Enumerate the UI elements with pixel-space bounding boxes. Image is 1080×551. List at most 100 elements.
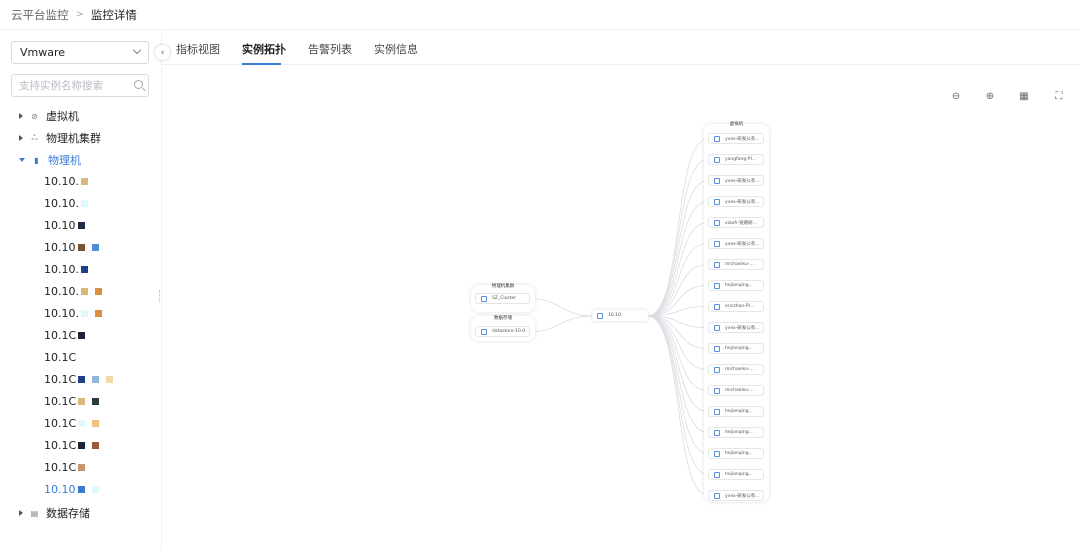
link-icon — [714, 282, 720, 289]
vm-node[interactable]: michaelsu-... — [708, 364, 764, 375]
host-list-item[interactable]: 10.10. — [44, 173, 88, 189]
caret-right-icon[interactable] — [19, 135, 23, 141]
masked-ip-swatch — [81, 199, 88, 207]
tree-node-cluster[interactable]: ஃ 物理机集群 — [19, 129, 101, 147]
caret-right-icon[interactable] — [19, 510, 23, 516]
masked-ip-swatch — [78, 331, 86, 339]
link-icon — [714, 156, 720, 163]
tab-metrics[interactable]: 指标视图 — [176, 41, 220, 57]
masked-ip-swatch — [77, 243, 85, 251]
vm-edge — [647, 315, 709, 328]
cluster-icon: ஃ — [31, 133, 38, 142]
host-label: 10.1C — [44, 328, 77, 342]
host-list-item[interactable]: 10.10. — [44, 261, 88, 277]
center-host-node[interactable]: 10.10. — [592, 310, 648, 321]
host-list-item[interactable]: 10.10. — [44, 283, 102, 299]
cluster-icon — [481, 295, 487, 302]
masked-ip-swatch — [81, 287, 88, 295]
tab-instance-info[interactable]: 实例信息 — [374, 41, 418, 57]
vm-node[interactable]: hejianqing... — [708, 280, 764, 291]
fullscreen-icon[interactable]: ⛶ — [1054, 91, 1064, 102]
vm-node[interactable]: yvex-研发公有... — [708, 175, 764, 186]
zoom-out-icon[interactable]: ⊖ — [951, 91, 961, 102]
vm-node[interactable]: yangfang-PI... — [708, 154, 764, 165]
platform-select[interactable]: Vmware — [11, 41, 149, 64]
vm-node-label: yvex-研发公有... — [725, 178, 760, 184]
masked-ip-swatch — [78, 397, 86, 405]
vm-node-label: hejianqing... — [725, 346, 753, 351]
host-list-item[interactable]: 10.1C — [44, 349, 76, 365]
vm-node[interactable]: yvex-研发公有... — [708, 490, 764, 501]
link-icon — [714, 387, 720, 394]
host-list-item[interactable]: 10.10 — [44, 481, 99, 497]
vm-node[interactable]: michaelsu-... — [708, 385, 764, 396]
tree-node-label: 物理机集群 — [46, 132, 101, 145]
masked-ip-swatch — [106, 375, 114, 383]
host-edge — [529, 298, 593, 317]
tab-bar: 指标视图 实例拓扑 告警列表 实例信息 — [162, 31, 1080, 65]
host-label: 10.1C — [44, 460, 77, 474]
host-label: 10.10. — [44, 196, 79, 210]
link-icon — [714, 324, 720, 331]
caret-down-icon[interactable] — [19, 158, 25, 162]
vm-node[interactable]: hejianqing... — [708, 406, 764, 417]
host-list-item[interactable]: 10.10 — [44, 239, 99, 255]
breadcrumb-root[interactable]: 云平台监控 — [11, 7, 69, 23]
vm-node-label: ericzhan-PI... — [725, 304, 755, 309]
storage-node[interactable]: datastore-10.0 — [475, 326, 530, 337]
search-icon[interactable] — [134, 80, 143, 89]
host-label: 10.1C — [44, 416, 77, 430]
tree-node-vm[interactable]: ⊘ 虚拟机 — [19, 107, 79, 125]
host-label: 10.1C — [44, 394, 77, 408]
host-list-item[interactable]: 10.1C — [44, 437, 100, 453]
host-label: 10.10. — [44, 174, 79, 188]
vm-edge — [647, 306, 709, 317]
vm-node[interactable]: hejianqing... — [708, 469, 764, 480]
vm-node[interactable]: yvex-研发公有... — [708, 238, 764, 249]
link-icon — [714, 450, 720, 457]
vm-node[interactable]: yvex-研发公有... — [708, 322, 764, 333]
host-list-item[interactable]: 10.1C — [44, 415, 100, 431]
host-list-item[interactable]: 10.1C — [44, 393, 100, 409]
host-edge — [529, 315, 593, 332]
link-icon — [714, 471, 720, 478]
cluster-node[interactable]: SZ_Cluster — [475, 293, 530, 304]
caret-right-icon[interactable] — [19, 113, 23, 119]
vm-node[interactable]: ericzhan-PI... — [708, 301, 764, 312]
server-icon: ▮ — [34, 155, 39, 165]
masked-ip-swatch — [78, 419, 86, 427]
vm-edge — [647, 285, 709, 317]
vm-node[interactable]: hejianqing... — [708, 427, 764, 438]
host-list-item[interactable]: 10.10. — [44, 305, 102, 321]
search-input[interactable] — [11, 74, 149, 97]
vm-node[interactable]: hejianqing... — [708, 448, 764, 459]
host-label: 10.10. — [44, 306, 79, 320]
host-list-item[interactable]: 10.1C — [44, 371, 114, 387]
tree-node-host[interactable]: ▮ 物理机 — [19, 151, 81, 169]
host-label: 10.1C — [44, 350, 77, 364]
fit-view-icon[interactable]: ▦ — [1019, 91, 1029, 102]
platform-select-value: Vmware — [20, 46, 66, 59]
link-icon — [714, 303, 720, 310]
vm-node[interactable]: yvex-研发公有... — [708, 196, 764, 207]
vm-node-label: yvex-研发公有... — [725, 199, 760, 205]
vm-node[interactable]: yvex-研发公有... — [708, 133, 764, 144]
resize-handle[interactable] — [159, 290, 161, 302]
link-icon — [714, 366, 720, 373]
vm-node[interactable]: michaelsu-... — [708, 259, 764, 270]
vm-edge — [647, 138, 709, 317]
vm-edge — [647, 159, 709, 317]
tab-alerts[interactable]: 告警列表 — [308, 41, 352, 57]
tab-topology[interactable]: 实例拓扑 — [242, 41, 286, 57]
host-list-item[interactable]: 10.1C — [44, 327, 86, 343]
vm-edge — [647, 315, 709, 349]
zoom-in-icon[interactable]: ⊕ — [985, 91, 995, 102]
host-list-item[interactable]: 10.1C — [44, 459, 86, 475]
center-host-label: 10.10. — [608, 313, 623, 318]
host-list-item[interactable]: 10.10 — [44, 217, 85, 233]
vm-node[interactable]: xiaofr-链路研... — [708, 217, 764, 228]
host-list-item[interactable]: 10.10. — [44, 195, 88, 211]
tree-node-storage[interactable]: ▤ 数据存储 — [19, 504, 90, 522]
masked-ip-swatch — [91, 243, 99, 251]
vm-node[interactable]: hejianqing... — [708, 343, 764, 354]
